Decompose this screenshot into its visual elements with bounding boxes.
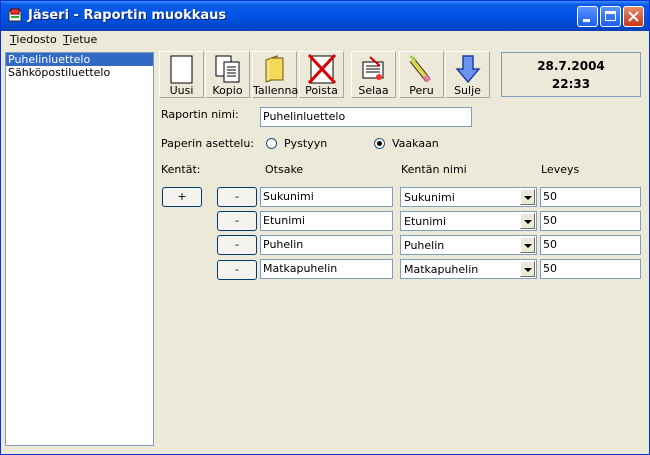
- time-text: 22:33: [551, 77, 591, 91]
- maximize-icon: [605, 11, 616, 21]
- report-list[interactable]: Puhelinluettelo Sähköpostiluettelo: [5, 52, 154, 446]
- close-arrow-icon: [455, 55, 481, 84]
- field-name-value: Matkapuhelin: [404, 263, 479, 276]
- save-folder-icon: [265, 55, 284, 83]
- add-field-button[interactable]: +: [162, 187, 202, 207]
- list-item[interactable]: Puhelinluettelo: [6, 53, 153, 66]
- field-heading-input[interactable]: Sukunimi: [260, 187, 393, 207]
- field-name-value: Etunimi: [404, 215, 447, 228]
- orientation-portrait-radio[interactable]: [266, 138, 277, 149]
- minimize-button[interactable]: [577, 6, 598, 27]
- window-title: Jäseri - Raportin muokkaus: [28, 8, 227, 23]
- field-heading-input[interactable]: Puhelin: [260, 235, 393, 255]
- paper-layout-label: Paperin asettelu:: [161, 137, 255, 150]
- datetime-display: 28.7.2004 22:33: [501, 52, 641, 97]
- undo-button-label: Peru: [409, 84, 434, 97]
- column-field-name-header: Kentän nimi: [401, 163, 467, 176]
- remove-field-button[interactable]: -: [217, 235, 257, 255]
- remove-field-button[interactable]: -: [217, 187, 257, 207]
- field-name-select[interactable]: Puhelin: [400, 235, 537, 255]
- close-icon: [628, 11, 639, 22]
- orientation-landscape-radio[interactable]: [374, 138, 385, 149]
- field-name-select[interactable]: Etunimi: [400, 211, 537, 231]
- list-item[interactable]: Sähköpostiluettelo: [6, 66, 153, 79]
- chevron-down-icon[interactable]: [520, 189, 535, 205]
- report-name-label: Raportin nimi:: [161, 108, 239, 121]
- chevron-down-icon[interactable]: [520, 237, 535, 253]
- browse-button[interactable]: Selaa: [351, 51, 396, 98]
- menu-bar: Tiedosto Tietue: [1, 31, 649, 49]
- column-heading-header: Otsake: [265, 163, 304, 176]
- new-button[interactable]: Uusi: [159, 51, 204, 98]
- close-form-button[interactable]: Sulje: [445, 51, 490, 98]
- field-width-input[interactable]: 50: [540, 211, 641, 231]
- field-heading-input[interactable]: Matkapuhelin: [260, 259, 393, 279]
- remove-field-button[interactable]: -: [217, 211, 257, 231]
- maximize-button[interactable]: [600, 6, 621, 27]
- close-button[interactable]: [623, 6, 644, 27]
- copy-button-label: Kopio: [212, 84, 243, 97]
- menu-tiedosto[interactable]: Tiedosto: [10, 33, 57, 46]
- field-heading-input[interactable]: Etunimi: [260, 211, 393, 231]
- save-button[interactable]: Tallenna: [252, 51, 299, 98]
- title-bar[interactable]: Jäseri - Raportin muokkaus: [1, 1, 649, 31]
- copy-button[interactable]: Kopio: [205, 51, 250, 98]
- report-name-input[interactable]: Puhelinluettelo: [260, 107, 472, 127]
- menu-tietue-label: ietue: [69, 33, 98, 46]
- new-button-label: Uusi: [169, 84, 194, 97]
- field-width-input[interactable]: 50: [540, 187, 641, 207]
- menu-tiedosto-label: iedosto: [16, 33, 57, 46]
- remove-field-button[interactable]: -: [217, 260, 257, 280]
- field-name-value: Sukunimi: [404, 191, 455, 204]
- menu-tietue[interactable]: Tietue: [63, 33, 97, 46]
- field-name-select[interactable]: Sukunimi: [400, 187, 537, 207]
- copy-icon: [215, 55, 240, 83]
- save-button-label: Tallenna: [253, 84, 299, 97]
- minimize-icon: [583, 19, 590, 22]
- delete-x-icon: [308, 54, 336, 84]
- orientation-landscape-label: Vaakaan: [392, 137, 439, 150]
- date-text: 28.7.2004: [537, 59, 605, 73]
- field-name-select[interactable]: Matkapuhelin: [400, 259, 537, 279]
- field-width-input[interactable]: 50: [540, 259, 641, 279]
- new-document-icon: [170, 55, 193, 84]
- eraser-icon: [409, 55, 431, 83]
- browse-button-label: Selaa: [358, 84, 389, 97]
- chevron-down-icon[interactable]: [520, 213, 535, 229]
- fields-label: Kentät:: [161, 163, 201, 176]
- undo-button[interactable]: Peru: [399, 51, 444, 98]
- app-window: Jäseri - Raportin muokkaus Tiedosto Tiet…: [0, 0, 650, 455]
- chevron-down-icon[interactable]: [520, 261, 535, 277]
- field-name-value: Puhelin: [404, 239, 445, 252]
- field-width-input[interactable]: 50: [540, 235, 641, 255]
- app-icon: [8, 8, 22, 22]
- close-form-button-label: Sulje: [454, 84, 481, 97]
- column-width-header: Leveys: [541, 163, 580, 176]
- browse-icon: [362, 56, 384, 80]
- delete-button[interactable]: Poista: [299, 51, 344, 98]
- delete-button-label: Poista: [305, 84, 338, 97]
- orientation-portrait-label: Pystyyn: [284, 137, 328, 150]
